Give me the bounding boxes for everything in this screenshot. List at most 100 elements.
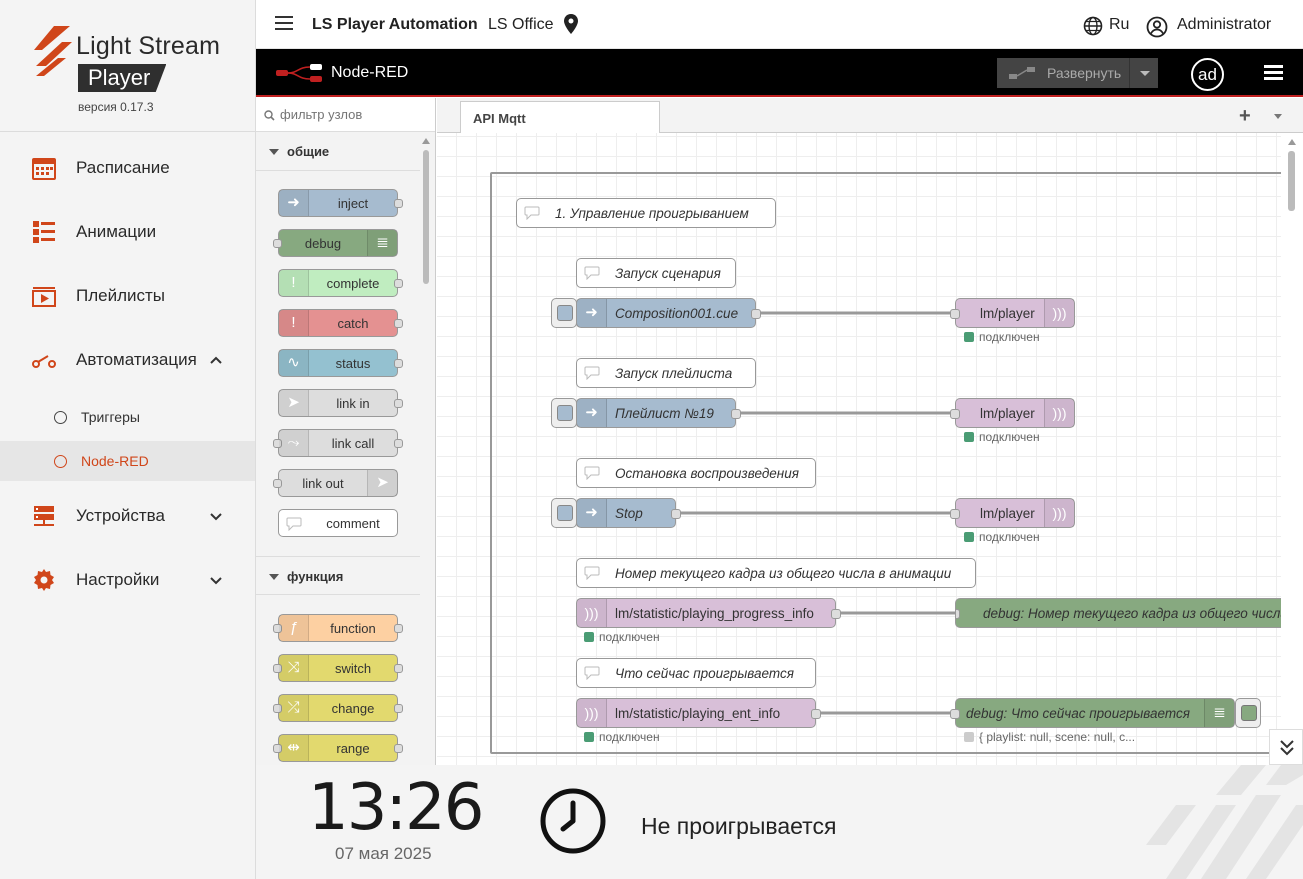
mqtt-out-node[interactable]: lm/player ))) bbox=[950, 498, 1075, 528]
user-avatar[interactable]: ad bbox=[1191, 58, 1224, 91]
output-port[interactable] bbox=[394, 199, 403, 208]
input-port[interactable] bbox=[950, 509, 960, 519]
sidebar-subitem-triggers[interactable]: Триггеры bbox=[0, 397, 255, 437]
palette-node-link-call[interactable]: ⤳ link call bbox=[273, 429, 403, 457]
comment-node-playback-control[interactable]: 1. Управление проигрыванием bbox=[516, 198, 776, 228]
comment-bubble-icon bbox=[584, 566, 600, 580]
deploy-menu-button[interactable] bbox=[1129, 58, 1158, 88]
menu-toggle-button[interactable] bbox=[275, 16, 293, 30]
palette-scrollbar[interactable] bbox=[422, 138, 430, 765]
mqtt-in-node-ent-info[interactable]: ))) lm/statistic/playing_ent_info bbox=[576, 698, 821, 728]
scroll-up-icon[interactable] bbox=[1288, 139, 1296, 145]
sidebar-item-animations[interactable]: Анимации bbox=[0, 210, 255, 254]
output-port[interactable] bbox=[811, 709, 821, 719]
mqtt-out-node[interactable]: lm/player ))) bbox=[950, 298, 1075, 328]
brand-product: Player bbox=[78, 64, 167, 92]
deploy-button[interactable]: Развернуть bbox=[997, 58, 1158, 88]
comment-bubble-icon bbox=[584, 266, 600, 280]
language-selector[interactable]: Ru bbox=[1109, 16, 1129, 34]
workspace-scrollbar[interactable] bbox=[1281, 133, 1303, 765]
light-stream-logo[interactable]: Light Stream Player версия 0.17.3 bbox=[28, 24, 238, 116]
add-flow-button[interactable]: + bbox=[1239, 105, 1251, 128]
sidebar-item-schedule[interactable]: Расписание bbox=[0, 146, 255, 190]
status-label: { playlist: null, scene: null, c... bbox=[979, 730, 1136, 744]
comment-node[interactable]: Номер текущего кадра из общего числа в а… bbox=[576, 558, 976, 588]
flow-tab-api-mqtt[interactable]: API Mqtt bbox=[460, 101, 660, 134]
output-port[interactable] bbox=[751, 309, 761, 319]
debug-toggle-button[interactable] bbox=[1235, 698, 1261, 728]
comment-node[interactable]: Запуск сценария bbox=[576, 258, 736, 288]
inject-node-stop[interactable]: ➜ Stop bbox=[576, 498, 681, 528]
sidebar-subitem-node-red[interactable]: Node-RED bbox=[0, 441, 255, 481]
brand-title: Light Stream bbox=[76, 32, 221, 60]
flow-canvas[interactable]: 1. Управление проигрыванием Запуск сцена… bbox=[437, 133, 1281, 765]
mqtt-in-node-progress[interactable]: ))) lm/statistic/playing_progress_info bbox=[576, 598, 841, 628]
node-label: Composition001.cue bbox=[615, 306, 739, 321]
sidebar-item-settings[interactable]: Настройки bbox=[0, 558, 255, 602]
node-palette: общие ➜ inject debug ≣ ! complete ! catc… bbox=[256, 98, 436, 765]
palette-category-function[interactable]: функция bbox=[256, 559, 420, 595]
palette-node-range[interactable]: ⇹ range bbox=[273, 734, 403, 762]
output-port[interactable] bbox=[394, 439, 403, 448]
input-port[interactable] bbox=[950, 709, 960, 719]
palette-node-comment[interactable]: comment bbox=[278, 509, 398, 537]
node-label: comment bbox=[326, 516, 380, 531]
palette-node-function[interactable]: ƒ function bbox=[273, 614, 403, 642]
output-port[interactable] bbox=[394, 359, 403, 368]
inject-node-playlist[interactable]: ➜ Плейлист №19 bbox=[576, 398, 741, 428]
output-port[interactable] bbox=[831, 609, 841, 619]
node-label: lm/statistic/playing_progress_info bbox=[615, 606, 814, 621]
flow-list-dropdown[interactable] bbox=[1274, 114, 1282, 119]
output-port[interactable] bbox=[394, 744, 403, 753]
palette-node-complete[interactable]: ! complete bbox=[278, 269, 403, 297]
input-port[interactable] bbox=[956, 609, 960, 619]
palette-node-status[interactable]: ∿ status bbox=[278, 349, 403, 377]
input-port[interactable] bbox=[950, 409, 960, 419]
inject-trigger-button[interactable] bbox=[551, 498, 577, 528]
user-account-icon[interactable] bbox=[1146, 16, 1168, 38]
scrollbar-thumb[interactable] bbox=[1288, 151, 1295, 211]
status-dot bbox=[964, 732, 974, 742]
chevron-down-icon bbox=[210, 577, 222, 585]
palette-node-catch[interactable]: ! catch bbox=[278, 309, 403, 337]
collapse-panel-button[interactable] bbox=[1269, 729, 1303, 765]
output-port[interactable] bbox=[394, 279, 403, 288]
palette-node-link-in[interactable]: ➤ link in bbox=[278, 389, 403, 417]
user-name[interactable]: Administrator bbox=[1177, 16, 1271, 34]
output-port[interactable] bbox=[394, 399, 403, 408]
comment-node[interactable]: Что сейчас проигрывается bbox=[576, 658, 816, 688]
output-port[interactable] bbox=[394, 664, 403, 673]
debug-node-progress[interactable]: debug: Номер текущего кадра из общего чи… bbox=[955, 598, 1281, 628]
palette-node-switch[interactable]: ⤨ switch bbox=[273, 654, 403, 682]
comment-node[interactable]: Запуск плейлиста bbox=[576, 358, 756, 388]
output-port[interactable] bbox=[671, 509, 681, 519]
scrollbar-thumb[interactable] bbox=[423, 150, 429, 284]
inject-trigger-button[interactable] bbox=[551, 298, 577, 328]
inject-trigger-button[interactable] bbox=[551, 398, 577, 428]
inject-node-composition[interactable]: ➜ Composition001.cue bbox=[576, 298, 761, 328]
palette-node-change[interactable]: ⤮ change bbox=[273, 694, 403, 722]
node-label: Плейлист №19 bbox=[615, 406, 714, 421]
sidebar-item-playlists[interactable]: Плейлисты bbox=[0, 274, 255, 318]
category-divider bbox=[256, 594, 420, 595]
palette-category-common[interactable]: общие bbox=[256, 134, 420, 170]
output-port[interactable] bbox=[394, 624, 403, 633]
comment-bubble-icon bbox=[584, 666, 600, 680]
scroll-up-icon[interactable] bbox=[422, 138, 430, 144]
palette-node-debug[interactable]: debug ≣ bbox=[273, 229, 398, 257]
palette-node-inject[interactable]: ➜ inject bbox=[278, 189, 403, 217]
comment-node[interactable]: Остановка воспроизведения bbox=[576, 458, 816, 488]
palette-node-link-out[interactable]: link out ➤ bbox=[273, 469, 398, 497]
node-red-menu-button[interactable] bbox=[1264, 65, 1283, 81]
gear-icon bbox=[34, 569, 54, 591]
input-port[interactable] bbox=[950, 309, 960, 319]
mqtt-out-node[interactable]: lm/player ))) bbox=[950, 398, 1075, 428]
globe-icon[interactable] bbox=[1083, 16, 1103, 36]
debug-node-ent-info[interactable]: debug: Что сейчас проигрывается ≣ bbox=[950, 698, 1235, 728]
output-port[interactable] bbox=[731, 409, 741, 419]
output-port[interactable] bbox=[394, 319, 403, 328]
sidebar-item-devices[interactable]: Устройства bbox=[0, 494, 255, 538]
sidebar-item-automation[interactable]: Автоматизация bbox=[0, 338, 255, 382]
output-port[interactable] bbox=[394, 704, 403, 713]
palette-filter-input[interactable] bbox=[280, 107, 420, 122]
